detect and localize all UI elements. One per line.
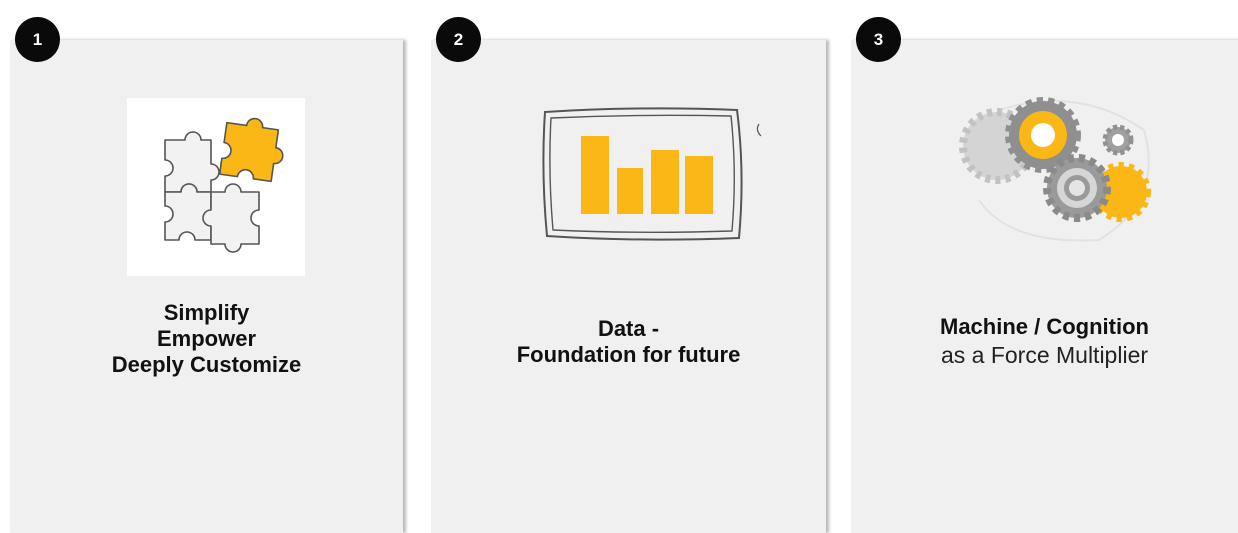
heading-line: Foundation for future	[516, 342, 741, 367]
heading-line: Simplify	[163, 300, 250, 325]
heading-line: as a Force Multiplier	[940, 342, 1149, 368]
heading-line: Data -	[597, 316, 660, 341]
heading-line: Empower	[156, 326, 257, 351]
heading-line: Deeply Customize	[111, 352, 302, 377]
card-data: Data - Foundation for future	[431, 40, 826, 533]
step-number-badge: 2	[436, 17, 481, 62]
card-simplify: Simplify Empower Deeply Customize	[10, 40, 403, 533]
step-number-badge: 3	[856, 17, 901, 62]
card-machine: Machine / Cognition as a Force Multiplie…	[851, 40, 1238, 533]
card-heading: Data - Foundation for future	[431, 316, 826, 368]
card-heading: Machine / Cognition as a Force Multiplie…	[851, 314, 1238, 370]
heading-line: Machine / Cognition	[940, 314, 1149, 339]
bar-chart-board-icon	[539, 102, 769, 252]
step-number-badge: 1	[15, 17, 60, 62]
gears-icon	[959, 90, 1159, 245]
card-heading: Simplify Empower Deeply Customize	[10, 300, 403, 378]
puzzle-pieces-icon	[127, 98, 305, 276]
